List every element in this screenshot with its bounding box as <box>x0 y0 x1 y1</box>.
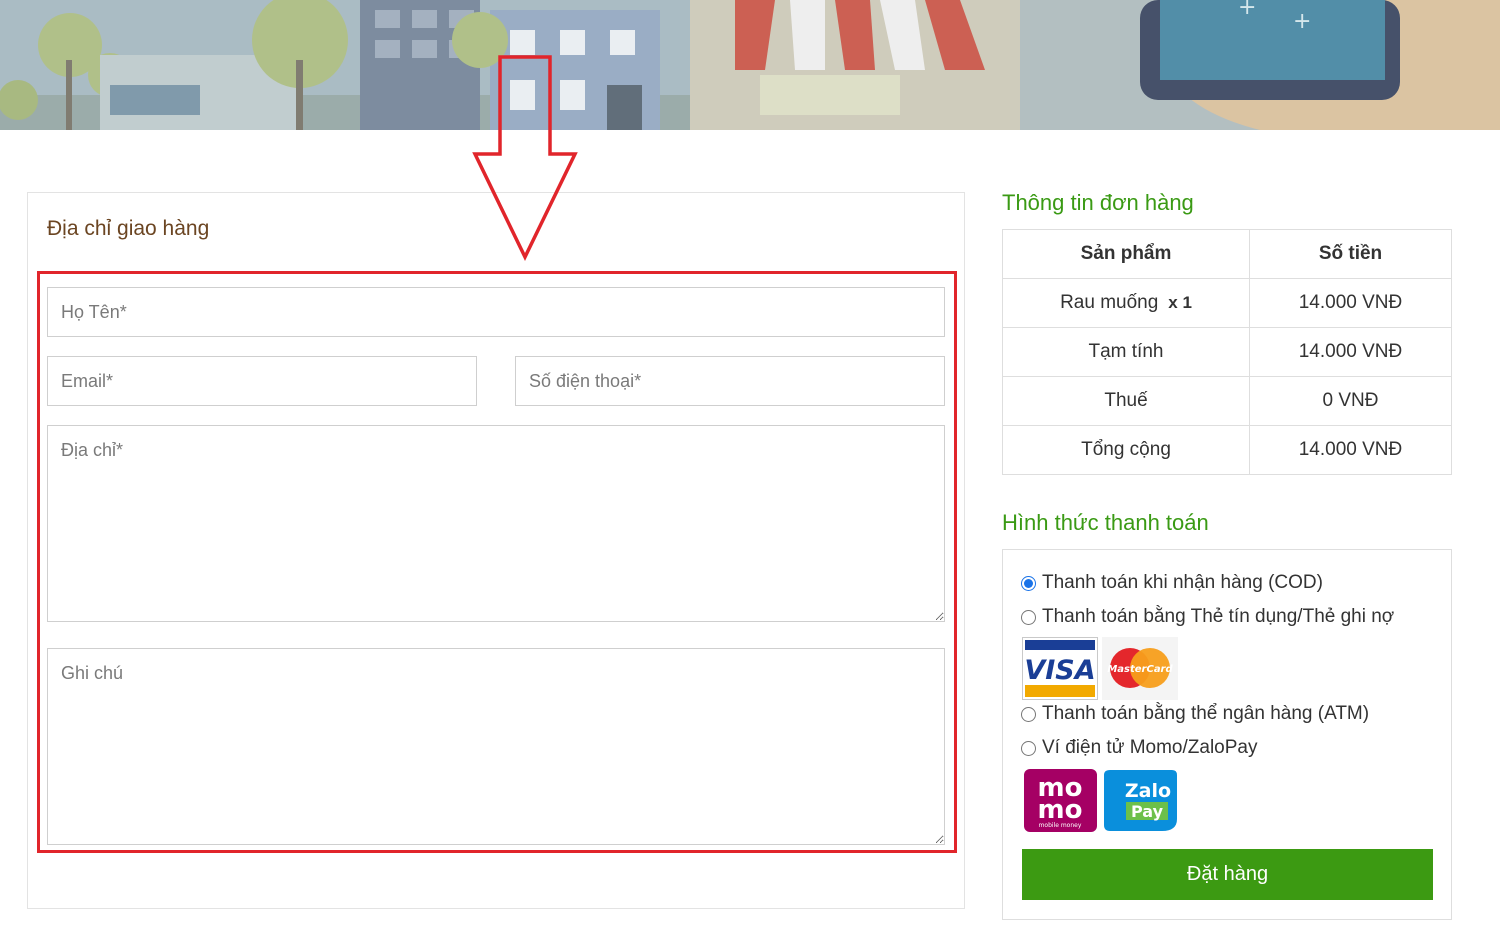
payment-method-title: Hình thức thanh toán <box>1002 510 1209 535</box>
table-header-row: Sản phẩm Số tiền <box>1002 229 1452 279</box>
payment-option-ewallet[interactable]: Ví điện tử Momo/ZaloPay <box>1021 737 1257 759</box>
payment-method-panel: Thanh toán khi nhận hàng (COD) Thanh toá… <box>1002 549 1452 920</box>
table-row: Rau muống x 1 14.000 VNĐ <box>1002 278 1452 328</box>
payment-option-label: Thanh toán bằng Thẻ tín dụng/Thẻ ghi nợ <box>1042 606 1395 627</box>
full-name-input[interactable] <box>47 287 945 337</box>
email-input[interactable] <box>47 356 477 406</box>
tax-value: 0 VNĐ <box>1249 376 1452 426</box>
phone-input[interactable] <box>515 356 945 406</box>
momo-caption-text: mobile money <box>1039 822 1082 829</box>
subtotal-value: 14.000 VNĐ <box>1249 327 1452 377</box>
atm-radio[interactable] <box>1021 706 1036 722</box>
table-row: Thuế 0 VNĐ <box>1002 376 1452 426</box>
zalo-pay-text: Pay <box>1131 802 1164 821</box>
mastercard-text: MasterCard <box>1107 664 1173 675</box>
payment-option-cod[interactable]: Thanh toán khi nhận hàng (COD) <box>1021 572 1323 594</box>
table-row: Tạm tính 14.000 VNĐ <box>1002 327 1452 377</box>
total-label: Tổng cộng <box>1002 425 1250 475</box>
tax-label: Thuế <box>1002 376 1250 426</box>
payment-option-atm[interactable]: Thanh toán bằng thể ngân hàng (ATM) <box>1021 703 1369 725</box>
item-name: Rau muống <box>1060 292 1159 313</box>
momo-logo-icon: mo mo mobile money <box>1024 769 1097 832</box>
momo-bottom-text: mo <box>1038 795 1083 825</box>
header-banner-image: + + <box>0 0 1500 130</box>
amount-column-header: Số tiền <box>1249 229 1452 279</box>
item-quantity: x 1 <box>1168 293 1192 312</box>
ewallet-radio[interactable] <box>1021 740 1036 756</box>
total-value: 14.000 VNĐ <box>1249 425 1452 475</box>
payment-option-label: Thanh toán bằng thể ngân hàng (ATM) <box>1042 703 1370 724</box>
product-column-header: Sản phẩm <box>1002 229 1250 279</box>
subtotal-label: Tạm tính <box>1002 327 1250 377</box>
visa-logo-icon: VISA <box>1022 637 1098 700</box>
item-cell: Rau muống x 1 <box>1002 278 1250 328</box>
item-price: 14.000 VNĐ <box>1249 278 1452 328</box>
annotation-down-arrow-icon <box>472 55 578 262</box>
zalopay-logo-icon: Zalo Pay <box>1102 769 1178 832</box>
cod-radio[interactable] <box>1021 575 1036 591</box>
shipping-address-panel: Địa chỉ giao hàng <box>27 192 965 909</box>
note-textarea[interactable] <box>47 648 945 845</box>
order-summary-table: Sản phẩm Số tiền Rau muống x 1 14.000 VNĐ… <box>1002 229 1452 475</box>
mastercard-logo-icon: MasterCard <box>1102 637 1178 700</box>
address-textarea[interactable] <box>47 425 945 622</box>
shipping-address-title: Địa chỉ giao hàng <box>47 217 210 240</box>
place-order-button[interactable]: Đặt hàng <box>1022 849 1433 900</box>
payment-option-card[interactable]: Thanh toán bằng Thẻ tín dụng/Thẻ ghi nợ <box>1021 606 1394 628</box>
card-radio[interactable] <box>1021 609 1036 625</box>
visa-text: VISA <box>1024 655 1095 686</box>
payment-option-label: Thanh toán khi nhận hàng (COD) <box>1042 572 1323 593</box>
zalo-text: Zalo <box>1125 780 1171 802</box>
payment-option-label: Ví điện tử Momo/ZaloPay <box>1042 737 1258 758</box>
table-row: Tổng cộng 14.000 VNĐ <box>1002 425 1452 475</box>
order-info-title: Thông tin đơn hàng <box>1002 190 1194 215</box>
